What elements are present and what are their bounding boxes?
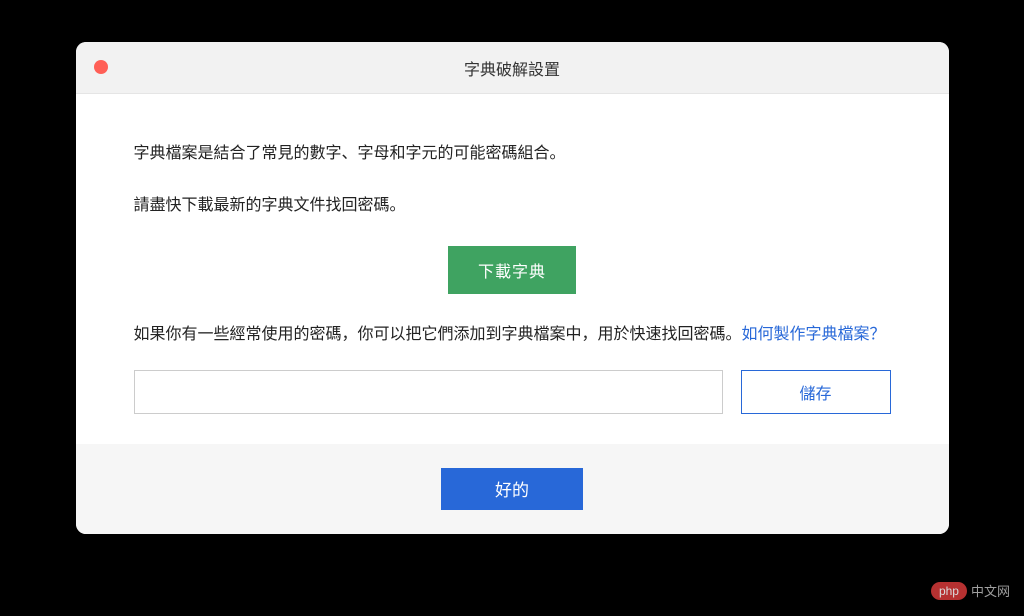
description-para-1: 字典檔案是結合了常見的數字、字母和字元的可能密碼組合。 — [134, 142, 891, 166]
download-row: 下載字典 — [134, 246, 891, 294]
ok-button[interactable]: 好的 — [441, 468, 583, 510]
window-title: 字典破解設置 — [76, 56, 949, 80]
close-button[interactable] — [94, 60, 108, 74]
help-text-row: 如果你有一些經常使用的密碼，你可以把它們添加到字典檔案中，用於快速找回密碼。如何… — [134, 322, 891, 348]
watermark-badge: php — [931, 582, 967, 600]
window-footer: 好的 — [76, 444, 949, 534]
save-button[interactable]: 儲存 — [741, 370, 891, 414]
download-dictionary-button[interactable]: 下載字典 — [448, 246, 576, 294]
dictionary-path-input[interactable] — [134, 370, 723, 414]
watermark-text: 中文网 — [971, 581, 1010, 600]
window-titlebar: 字典破解設置 — [76, 42, 949, 94]
watermark: php 中文网 — [931, 581, 1010, 600]
settings-window: 字典破解設置 字典檔案是結合了常見的數字、字母和字元的可能密碼組合。 請盡快下載… — [76, 42, 949, 534]
help-text: 如果你有一些經常使用的密碼，你可以把它們添加到字典檔案中，用於快速找回密碼。 — [134, 326, 742, 343]
content-area: 字典檔案是結合了常見的數字、字母和字元的可能密碼組合。 請盡快下載最新的字典文件… — [76, 94, 949, 414]
help-link[interactable]: 如何製作字典檔案？ — [742, 326, 886, 343]
description-para-2: 請盡快下載最新的字典文件找回密碼。 — [134, 194, 891, 218]
input-row: 儲存 — [134, 370, 891, 414]
